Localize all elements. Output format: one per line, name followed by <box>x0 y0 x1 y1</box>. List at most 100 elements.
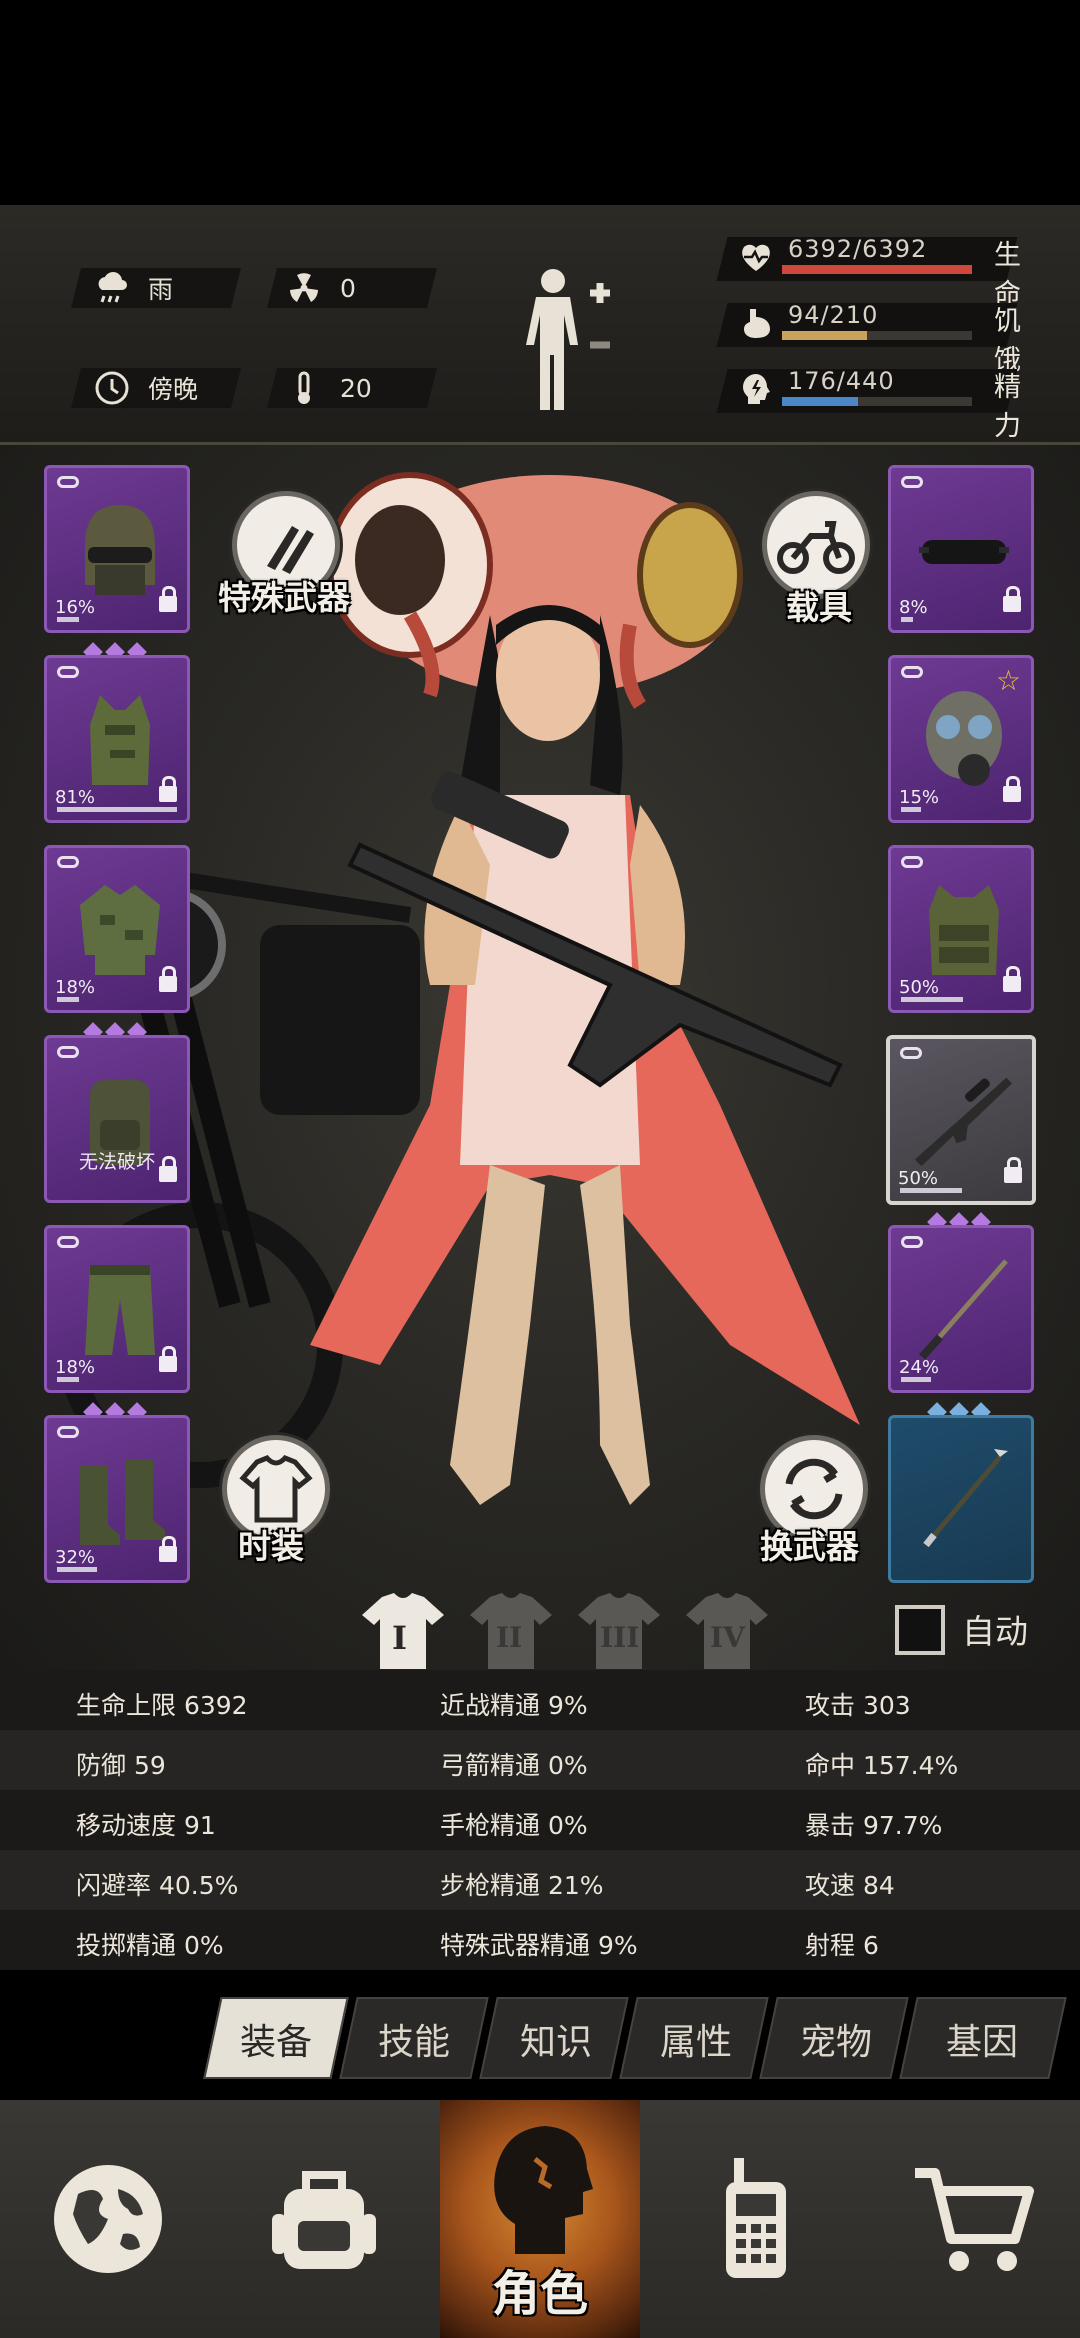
outfit-tab-1[interactable]: I <box>360 1593 446 1671</box>
durability-bar <box>57 617 79 622</box>
lock-icon <box>1003 776 1021 802</box>
slot-durability: 81% <box>55 787 96 808</box>
link-icon <box>57 1236 79 1248</box>
slot-durability: 8% <box>899 597 928 618</box>
top-black-band <box>0 0 1080 205</box>
tab-pets-label: 宠物 <box>799 2022 872 2063</box>
lock-icon <box>159 966 177 992</box>
equip-slot-vest[interactable]: 81% <box>44 655 190 823</box>
nav-character[interactable]: 角色 <box>440 2100 640 2338</box>
stat-max-health: 生命上限 6392 <box>76 1691 248 1720</box>
link-icon <box>900 1047 922 1059</box>
special-weapon-label: 特殊武器 <box>218 578 350 617</box>
nav-character-label: 角色 <box>491 2266 588 2322</box>
health-bar: 6392/6392 生命 <box>716 229 1032 310</box>
stat-pistol-mastery: 手枪精通 0% <box>440 1811 588 1840</box>
body-status-figure[interactable] <box>518 265 628 415</box>
health-value: 6392/6392 <box>788 235 928 263</box>
energy-label: 精力 <box>994 372 1021 442</box>
energy-value: 176/440 <box>788 367 895 395</box>
nav-shop[interactable] <box>864 2100 1080 2338</box>
equip-slot-rifle-selected[interactable]: 50% <box>886 1035 1036 1205</box>
lock-icon <box>159 1156 177 1182</box>
outfit-selector: I II III IV <box>360 1593 770 1671</box>
radiation-value: 0 <box>340 273 356 303</box>
durability-bar <box>901 617 913 622</box>
stat-range: 射程 6 <box>805 1931 879 1960</box>
equip-slot-helmet[interactable]: 16% <box>44 465 190 633</box>
stats-table: 生命上限 6392 近战精通 9% 攻击 303 防御 59 弓箭精通 0% 命… <box>0 1670 1080 1970</box>
durability-bar <box>57 1567 97 1572</box>
outfit-tab-2[interactable]: II <box>468 1593 554 1671</box>
equip-slot-katana[interactable]: 24% <box>888 1225 1034 1393</box>
hunger-fill <box>782 331 868 340</box>
shopping-cart-icon <box>915 2168 1034 2271</box>
outfit-label: IV <box>710 1621 745 1654</box>
durability-bar <box>901 807 921 812</box>
durability-bar <box>900 1188 962 1193</box>
slot-durability: 15% <box>899 787 940 808</box>
character-portrait <box>310 472 860 1505</box>
stats-row: 闪避率 40.5% 步枪精通 21% 攻速 84 <box>0 1850 1080 1910</box>
stat-move-speed: 移动速度 91 <box>76 1811 216 1840</box>
status-header: 雨 0 傍晚 20 6392/6392 生命 94/210 饥饿 176/440… <box>0 205 1080 445</box>
character-head-icon <box>494 2126 593 2254</box>
helmet-icon <box>67 490 173 610</box>
spear-icon <box>911 1440 1017 1560</box>
lock-icon <box>159 586 177 612</box>
brain-bolt-icon <box>738 371 776 409</box>
tab-equipment-label: 装备 <box>239 2022 312 2063</box>
tab-skills-label: 技能 <box>377 2022 450 2063</box>
equip-slot-jacket[interactable]: 18% <box>44 845 190 1013</box>
outfit-tab-4[interactable]: IV <box>684 1593 770 1671</box>
link-icon <box>57 476 79 488</box>
katana-icon <box>911 1250 1017 1370</box>
equip-slot-goggles[interactable]: 8% <box>888 465 1034 633</box>
slot-durability: 18% <box>55 1357 96 1378</box>
slot-durability: 50% <box>898 1168 939 1189</box>
goggles-icon <box>911 490 1017 610</box>
time-label: 傍晚 <box>148 375 199 404</box>
category-tabs: 装备 技能 知识 属性 宠物 基因 <box>200 1997 1070 2079</box>
auto-label: 自动 <box>962 1612 1028 1651</box>
radiation-icon <box>284 268 324 308</box>
radiation-status: 0 <box>284 268 356 308</box>
equip-slot-gas-mask[interactable]: ☆ 15% <box>888 655 1034 823</box>
slot-durability: 32% <box>55 1547 96 1568</box>
stat-melee-mastery: 近战精通 9% <box>440 1691 588 1720</box>
stat-rifle-mastery: 步枪精通 21% <box>440 1871 604 1900</box>
equip-slot-boots[interactable]: 32% <box>44 1415 190 1583</box>
durability-bar <box>901 1377 931 1382</box>
temperature-status: 20 <box>284 368 372 408</box>
auto-checkbox[interactable] <box>895 1605 945 1655</box>
tab-attributes-label: 属性 <box>659 2022 732 2063</box>
equip-slot-armor-vest[interactable]: 50% <box>888 845 1034 1013</box>
nav-inventory[interactable] <box>216 2100 432 2338</box>
link-icon <box>57 1426 79 1438</box>
link-icon <box>901 1236 923 1248</box>
vehicle-label: 载具 <box>786 588 852 627</box>
lock-icon <box>159 776 177 802</box>
link-icon <box>901 856 923 868</box>
stats-row: 投掷精通 0% 特殊武器精通 9% 射程 6 <box>0 1910 1080 1970</box>
link-icon <box>57 856 79 868</box>
slot-durability: 24% <box>899 1357 940 1378</box>
stat-special-weapon-mastery: 特殊武器精通 9% <box>440 1931 638 1960</box>
equip-slot-backpack[interactable]: 无法破坏 <box>44 1035 190 1203</box>
hunger-value: 94/210 <box>788 301 879 329</box>
cloud-rain-icon <box>92 268 132 308</box>
weather-label: 雨 <box>148 275 174 304</box>
rifle-icon <box>910 1061 1016 1181</box>
nav-world-map[interactable] <box>0 2100 216 2338</box>
equip-slot-spear[interactable] <box>888 1415 1034 1583</box>
character-stage: 16% 81% 18% 无法破坏 18% 32% 特殊武器 时装 载具 换武器 … <box>0 445 1080 1670</box>
stat-attack: 攻击 303 <box>805 1691 911 1720</box>
hunger-bar: 94/210 饥饿 <box>716 295 1032 376</box>
durability-bar <box>57 1377 79 1382</box>
outfit-tab-3[interactable]: III <box>576 1593 662 1671</box>
equip-slot-pants[interactable]: 18% <box>44 1225 190 1393</box>
nav-radio[interactable] <box>648 2100 864 2338</box>
camo-jacket-icon <box>67 870 173 990</box>
swap-weapon-label: 换武器 <box>760 1527 859 1566</box>
lock-icon <box>1003 586 1021 612</box>
